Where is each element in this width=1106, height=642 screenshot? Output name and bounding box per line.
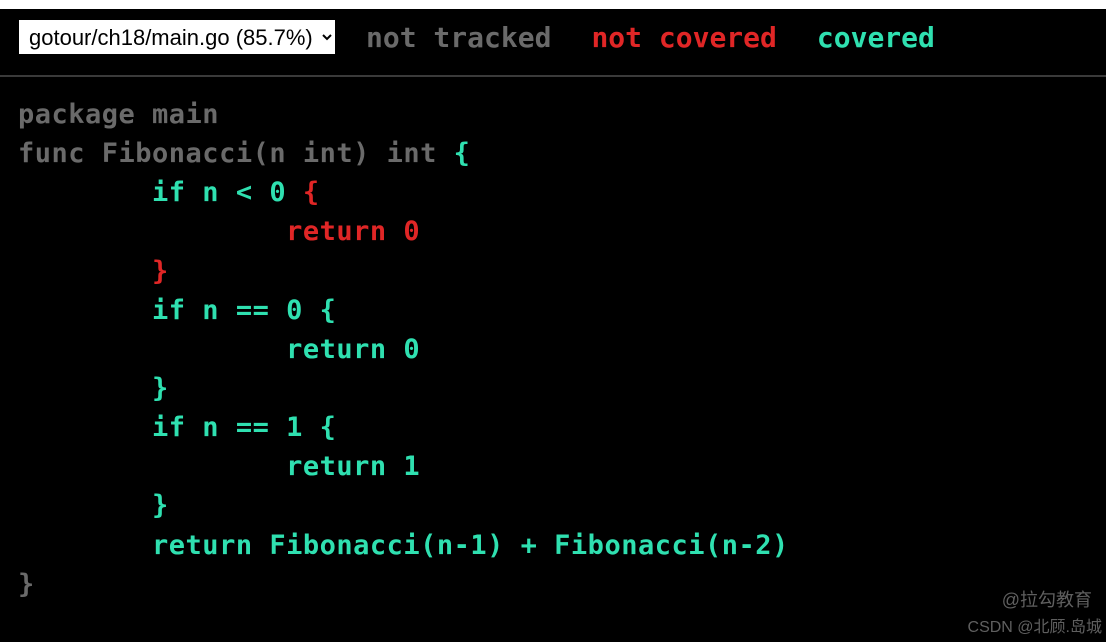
code-line: if n < 0 { [18,173,1088,212]
code-line: return 1 [18,447,1088,486]
code-line: return 0 [18,212,1088,251]
watermark-lagou: @拉勾教育 [1002,586,1092,612]
code-line: return 0 [18,330,1088,369]
coverage-legend: not tracked not covered covered [366,21,935,54]
code-line: return Fibonacci(n-1) + Fibonacci(n-2) [18,526,1088,565]
legend-not-covered: not covered [591,21,776,54]
legend-not-tracked: not tracked [366,21,551,54]
code-line: package main [18,95,1088,134]
coverage-header: gotour/ch18/main.go (85.7%) not tracked … [0,9,1106,65]
code-line: if n == 0 { [18,291,1088,330]
code-line: } [18,369,1088,408]
legend-covered: covered [817,21,935,54]
code-viewer: package mainfunc Fibonacci(n int) int { … [0,77,1106,604]
file-selector[interactable]: gotour/ch18/main.go (85.7%) [18,19,336,55]
top-border [0,0,1106,9]
code-line: } [18,252,1088,291]
code-line: func Fibonacci(n int) int { [18,134,1088,173]
code-line: if n == 1 { [18,408,1088,447]
code-line: } [18,565,1088,604]
watermark-csdn: CSDN @北顾.岛城 [968,613,1102,637]
code-line: } [18,486,1088,525]
